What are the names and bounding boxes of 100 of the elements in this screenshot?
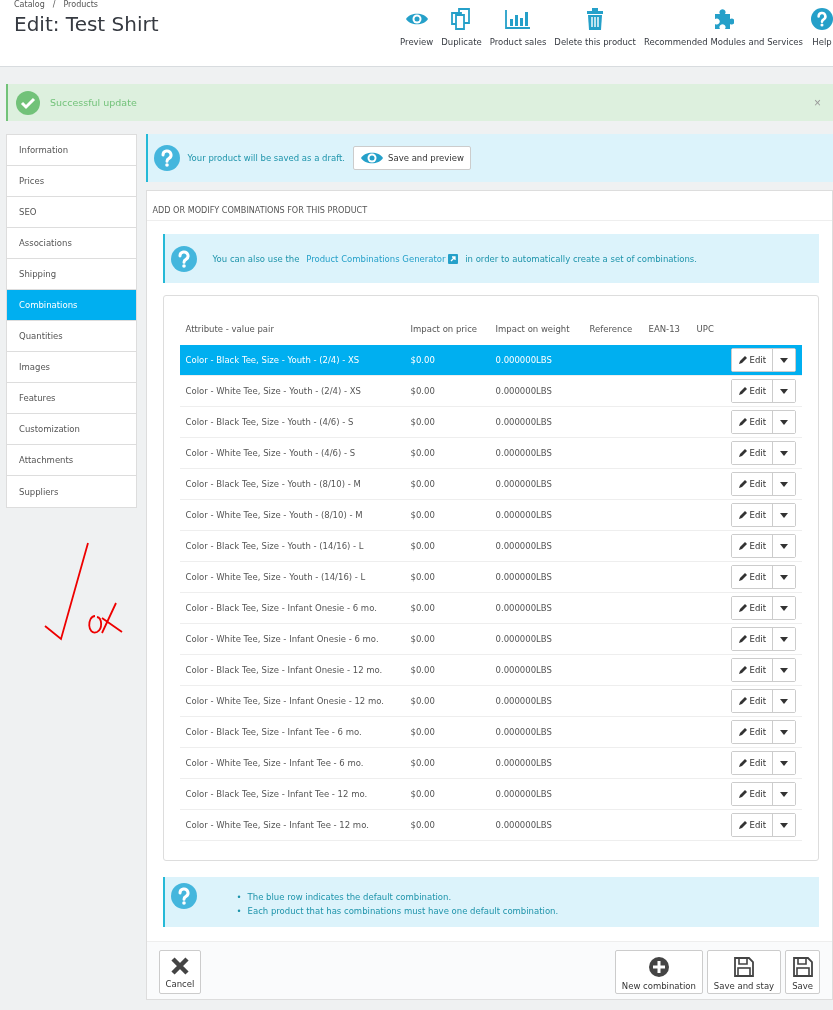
table-cell-text: Color - White Tee, Size - Infant Onesie - 6 mo. <box>185 634 380 644</box>
breadcrumb-item: Products <box>63 0 98 9</box>
table-cell-text: $0.00 <box>410 386 436 396</box>
caret-icon <box>780 512 788 518</box>
table-cell-text: 0.000000LBS <box>495 789 553 799</box>
edit-button[interactable]: Edit <box>731 690 773 712</box>
column-header: EAN-13 <box>648 324 681 334</box>
toolbar-button[interactable]: Help <box>811 7 833 66</box>
caret-icon <box>780 791 788 797</box>
edit-button[interactable]: Edit <box>731 597 773 619</box>
table-row[interactable]: Color - White Tee, Size - Youth - (14/16) - L $0.00 0.000000LBS Edit <box>179 562 802 593</box>
footer-button[interactable]: Save and stay <box>706 950 782 994</box>
breadcrumb-item: Catalog <box>14 0 45 9</box>
table-cell-text: 0.000000LBS <box>495 634 553 644</box>
table-cell-text: 0.000000LBS <box>495 541 553 551</box>
table-cell-text: $0.00 <box>410 727 436 737</box>
table-row[interactable]: Color - White Tee, Size - Infant Tee - 6 mo. $0.00 0.000000LBS Edit <box>179 748 802 779</box>
edit-button[interactable]: Edit <box>731 535 773 557</box>
table-cell-text: Color - Black Tee, Size - Youth - (14/16) - L <box>185 541 365 551</box>
caret-icon <box>780 698 788 704</box>
table-cell-text: Color - White Tee, Size - Youth - (2/4) - XS <box>185 386 362 396</box>
table-cell-text: $0.00 <box>410 510 436 520</box>
toolbar-button[interactable]: Delete this product <box>554 7 636 66</box>
edit-button[interactable]: Edit <box>731 752 773 774</box>
table-row[interactable]: Color - White Tee, Size - Youth - (4/6) - S $0.00 0.000000LBS Edit <box>179 438 802 469</box>
table-row[interactable]: Color - Black Tee, Size - Infant Onesie - 6 mo. $0.00 0.000000LBS Edit <box>179 593 802 624</box>
pencil-icon <box>737 696 747 706</box>
table-row[interactable]: Color - White Tee, Size - Infant Onesie - 6 mo. $0.00 0.000000LBS Edit <box>179 624 802 655</box>
puzzle-icon <box>712 8 735 30</box>
bullet: • <box>236 905 242 918</box>
toolbar-button[interactable]: Product sales <box>489 7 547 66</box>
help-icon <box>170 245 197 272</box>
table-cell-text: $0.00 <box>410 541 436 551</box>
table-row[interactable]: Color - White Tee, Size - Youth - (8/10) - M $0.00 0.000000LBS Edit <box>179 500 802 531</box>
edit-button[interactable]: Edit <box>731 380 773 402</box>
alert-message: Successful update <box>50 97 138 108</box>
edit-button[interactable]: Edit <box>731 783 773 805</box>
edit-button[interactable]: Edit <box>731 473 773 495</box>
edit-button[interactable]: Edit <box>731 721 773 743</box>
edit-button[interactable]: Edit <box>731 566 773 588</box>
table-cell-text: $0.00 <box>410 572 436 582</box>
pencil-icon <box>737 820 747 830</box>
toolbar-button[interactable]: Recommended Modules and Services <box>643 7 803 66</box>
pencil-icon <box>737 789 747 799</box>
table-cell-text: Color - Black Tee, Size - Infant Onesie - 12 mo. <box>185 665 384 675</box>
hint-text: Each product that has combinations must have one default combination. <box>247 905 559 918</box>
help-icon <box>170 883 197 909</box>
edit-button[interactable]: Edit <box>731 411 773 433</box>
table-row[interactable]: Color - Black Tee, Size - Youth - (14/16) - L $0.00 0.000000LBS Edit <box>179 531 802 562</box>
edit-button[interactable]: Edit <box>731 349 773 371</box>
footer-button[interactable]: Save <box>785 950 820 994</box>
table-cell-text: Color - Black Tee, Size - Infant Tee - 6 mo. <box>185 727 363 737</box>
caret-icon <box>780 450 788 456</box>
table-row[interactable]: Color - Black Tee, Size - Youth - (8/10) - M $0.00 0.000000LBS Edit <box>179 469 802 500</box>
table-cell-text: Color - White Tee, Size - Youth - (4/6) - S <box>185 448 357 458</box>
edit-button[interactable]: Edit <box>731 504 773 526</box>
table-row[interactable]: Color - Black Tee, Size - Youth - (2/4) - XS $0.00 0.000000LBS Edit <box>179 345 802 376</box>
table-cell-text: Color - White Tee, Size - Infant Onesie - 12 mo. <box>185 696 385 706</box>
table-row[interactable]: Color - Black Tee, Size - Youth - (4/6) - S $0.00 0.000000LBS Edit <box>179 407 802 438</box>
toolbar-button[interactable]: Duplicate <box>441 7 482 66</box>
edit-button[interactable]: Edit <box>731 659 773 681</box>
table-cell-text: 0.000000LBS <box>495 603 553 613</box>
panel-heading: ADD OR MODIFY COMBINATIONS FOR THIS PRODUCT <box>146 191 832 221</box>
page-title: Edit: Test Shirt <box>14 11 159 37</box>
edit-button[interactable]: Edit <box>731 814 773 836</box>
edit-button[interactable]: Edit <box>731 628 773 650</box>
table-cell-text: 0.000000LBS <box>495 479 553 489</box>
table-cell-text: $0.00 <box>410 820 436 830</box>
table-row[interactable]: Color - Black Tee, Size - Infant Tee - 12 mo. $0.00 0.000000LBS Edit <box>179 779 802 810</box>
table-cell-text: $0.00 <box>410 634 436 644</box>
save-and-preview-button[interactable]: Save and preview <box>353 146 471 170</box>
external-link-icon <box>448 253 459 264</box>
table-row[interactable]: Color - Black Tee, Size - Infant Onesie - 12 mo. $0.00 0.000000LBS Edit <box>179 655 802 686</box>
table-row[interactable]: Color - White Tee, Size - Infant Tee - 12 mo. $0.00 0.000000LBS Edit <box>179 810 802 841</box>
table-row[interactable]: Color - Black Tee, Size - Infant Tee - 6 mo. $0.00 0.000000LBS Edit <box>179 717 802 748</box>
caret-icon <box>780 605 788 611</box>
toolbar-button[interactable]: Preview <box>400 7 434 66</box>
footer-button[interactable]: Cancel <box>158 950 202 994</box>
caret-icon <box>780 760 788 766</box>
pencil-icon <box>737 572 747 582</box>
pencil-icon <box>737 758 747 768</box>
edit-button[interactable]: Edit <box>731 442 773 464</box>
footer-button[interactable]: New combination <box>614 950 703 994</box>
bar-chart-icon <box>505 9 531 29</box>
pencil-icon <box>737 355 747 365</box>
help-icon <box>153 145 180 171</box>
bullet: • <box>236 891 242 904</box>
pencil-icon <box>737 603 747 613</box>
table-cell-text: Color - White Tee, Size - Youth - (8/10) - M <box>185 510 364 520</box>
column-header: Impact on weight <box>495 324 571 334</box>
caret-icon <box>780 419 788 425</box>
table-row[interactable]: Color - White Tee, Size - Infant Onesie - 12 mo. $0.00 0.000000LBS Edit <box>179 686 802 717</box>
close-icon <box>170 957 189 975</box>
pencil-icon <box>737 479 747 489</box>
pencil-icon <box>737 510 747 520</box>
table-row[interactable]: Color - White Tee, Size - Youth - (2/4) - XS $0.00 0.000000LBS Edit <box>179 376 802 407</box>
table-cell-text: 0.000000LBS <box>495 510 553 520</box>
table-cell-text: Color - Black Tee, Size - Youth - (8/10) - M <box>185 479 362 489</box>
breadcrumb-item: / <box>52 0 56 9</box>
column-header: Reference <box>589 324 634 334</box>
